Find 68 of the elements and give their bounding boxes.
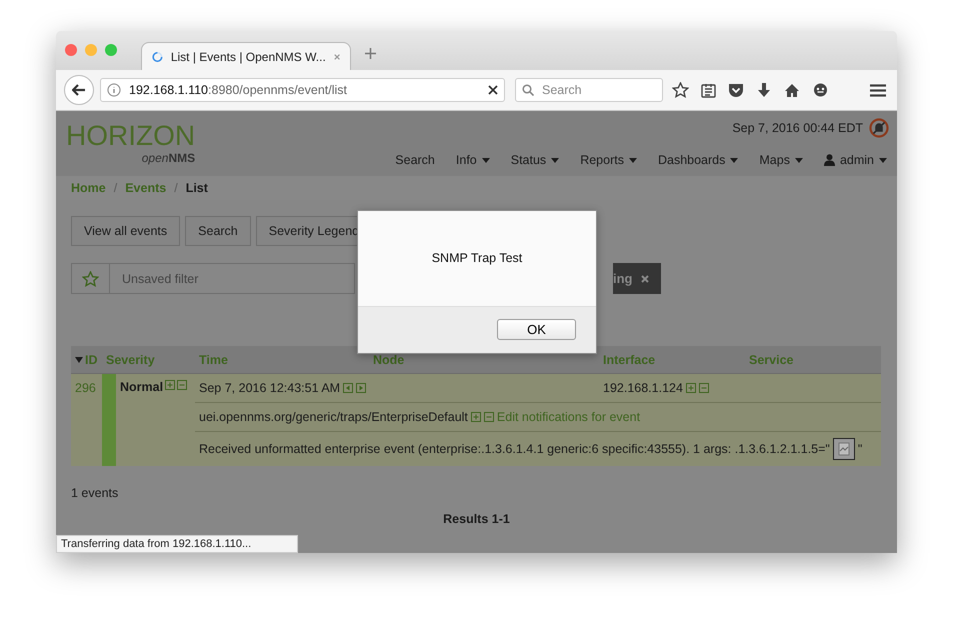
home-icon[interactable] <box>784 82 800 98</box>
menu-icon[interactable] <box>870 84 886 96</box>
breadcrumb-separator: / <box>174 181 178 195</box>
tab-title: List | Events | OpenNMS W... <box>170 50 326 64</box>
plus-icon[interactable] <box>165 380 176 390</box>
minus-icon[interactable] <box>177 380 188 390</box>
new-tab-icon[interactable] <box>365 48 376 59</box>
stop-icon[interactable] <box>488 85 498 95</box>
minus-icon[interactable] <box>484 412 494 422</box>
maximize-icon[interactable] <box>105 44 117 56</box>
smiley-icon[interactable] <box>812 82 828 98</box>
caret-icon <box>628 158 637 162</box>
search-icon <box>522 84 534 96</box>
download-icon[interactable] <box>757 82 771 98</box>
status-bar: Transferring data from 192.168.1.110... <box>56 535 298 553</box>
caret-icon <box>730 158 738 162</box>
breadcrumb-link[interactable]: List <box>186 181 208 195</box>
results-range: Results 1-1 <box>442 512 511 526</box>
notifications-off-icon[interactable] <box>869 118 889 138</box>
search-field[interactable]: Search <box>540 82 654 98</box>
toolbar-button[interactable]: Search <box>185 216 251 246</box>
filter-name-field[interactable]: Unsaved filter <box>110 263 355 294</box>
caret-icon <box>482 158 490 162</box>
nav-link[interactable]: Maps <box>759 153 803 167</box>
star-icon <box>82 270 99 286</box>
nav-link[interactable]: Status <box>510 153 560 167</box>
toolbar-button[interactable]: View all events <box>71 216 180 246</box>
pocket-icon[interactable] <box>728 82 744 98</box>
search-box[interactable]: Search <box>515 78 663 102</box>
breadcrumb-separator: / <box>114 181 118 195</box>
plus-icon[interactable] <box>686 383 696 393</box>
caret-icon <box>794 158 803 162</box>
info-icon[interactable] <box>107 83 121 97</box>
nav-link[interactable]: admin <box>824 153 887 167</box>
date-time: Sep 7, 2016 00:44 EDT <box>732 121 863 135</box>
user-icon <box>824 154 835 166</box>
nav-link[interactable]: Dashboards <box>658 153 738 167</box>
nav-link[interactable]: Reports <box>580 153 637 167</box>
back-arrow-icon <box>72 84 86 96</box>
broken-image-icon <box>832 438 855 460</box>
nav-link[interactable]: Search <box>395 153 435 167</box>
filter-chip[interactable]: ing <box>613 263 660 294</box>
minus-icon[interactable] <box>698 383 709 393</box>
uei-text: uei.opennms.org/generic/traps/EnterpriseDefault <box>199 410 468 424</box>
interface-text: 192.168.1.124 <box>603 381 683 395</box>
address-bar[interactable]: 192.168.1.110:8980/opennms/event/list <box>100 78 505 102</box>
close-icon[interactable] <box>334 52 340 60</box>
nav-link[interactable]: Info <box>456 153 490 167</box>
close-icon[interactable] <box>65 44 77 56</box>
description-text: Received unformatted enterprise event (enterprise:.1.3.6.1.4.1 generic:6 specific:43555). 1 args: .1.3.6.1.2.1.1.5=" <box>199 442 830 456</box>
dialog-message: SNMP Trap Test <box>432 250 522 264</box>
caret-icon <box>879 158 887 162</box>
star-icon[interactable] <box>672 82 688 98</box>
caret-icon <box>551 158 560 162</box>
time-text: Sep 7, 2016 12:43:51 AM <box>199 381 340 395</box>
favorite-button[interactable] <box>71 263 110 294</box>
remove-icon[interactable] <box>640 274 648 282</box>
back-button[interactable] <box>64 75 94 105</box>
reading-list-icon[interactable] <box>700 82 716 98</box>
browser-tab[interactable]: List | Events | OpenNMS W... <box>141 42 351 70</box>
ok-button[interactable]: OK <box>497 319 576 340</box>
sort-icon[interactable] <box>75 356 83 362</box>
horizon-opennms-logo[interactable]: HORIZON openNMS <box>66 121 196 166</box>
url-text: 192.168.1.110:8980/opennms/event/list <box>129 83 348 97</box>
event-count: 1 events <box>71 486 120 500</box>
description-end-text: " <box>858 442 862 456</box>
plus-icon[interactable] <box>470 412 481 422</box>
severity-text: Normal <box>120 380 164 394</box>
